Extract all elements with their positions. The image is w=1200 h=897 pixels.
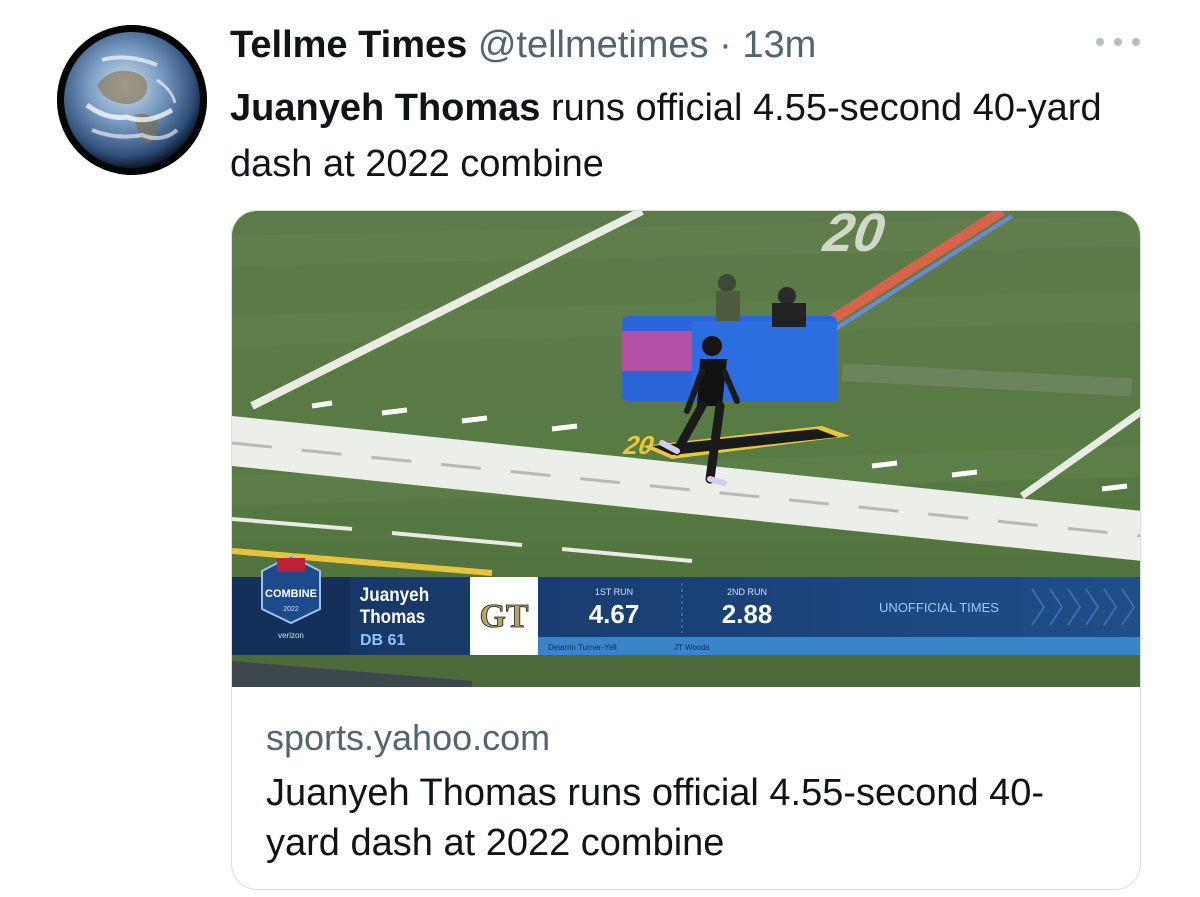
earth-avatar-image: [57, 25, 207, 175]
run2-label: 2ND RUN: [727, 587, 767, 597]
run1-time: 4.67: [589, 599, 640, 629]
ticker-name-2: JT Woods: [674, 643, 710, 652]
event-year: 2022: [283, 606, 299, 613]
more-options-icon[interactable]: [1096, 30, 1140, 54]
athlete-last-name: Thomas: [360, 606, 426, 627]
author-name[interactable]: Tellme Times: [230, 24, 467, 66]
tweet-timestamp[interactable]: 13m: [742, 24, 816, 66]
author-handle[interactable]: @tellmetimes: [478, 24, 709, 66]
ticker-name-1: Deiarrin Turner-Yell: [548, 643, 617, 652]
avatar[interactable]: [57, 25, 207, 175]
run1-label: 1ST RUN: [595, 587, 633, 597]
run2-time: 2.88: [722, 599, 773, 629]
card-domain[interactable]: sports.yahoo.com: [266, 716, 550, 760]
athlete-first-name: Juanyeh: [360, 584, 429, 605]
event-logo: COMBINE: [265, 588, 317, 600]
sponsor-logo: verizon: [278, 631, 304, 640]
tweet-text-bold: Juanyeh Thomas: [230, 87, 541, 129]
tweet-header: Tellme Times @tellmetimes · 13m: [230, 22, 816, 68]
unofficial-times-note: UNOFFICIAL TIMES: [879, 600, 999, 615]
link-card[interactable]: 20 20 COMBINE 2022 verizon Juanyeh Thoma…: [231, 210, 1141, 890]
athlete-position: DB 61: [360, 632, 405, 649]
card-media-image[interactable]: 20 20 COMBINE 2022 verizon Juanyeh Thoma…: [232, 211, 1140, 687]
card-title[interactable]: Juanyeh Thomas runs official 4.55-second…: [266, 768, 1116, 868]
separator-dot: ·: [719, 24, 732, 66]
school-logo: GT: [479, 598, 528, 635]
combine-video-frame: 20 20 COMBINE 2022 verizon Juanyeh Thoma…: [232, 211, 1140, 687]
tweet-text: Juanyeh Thomas runs official 4.55-second…: [230, 80, 1110, 192]
